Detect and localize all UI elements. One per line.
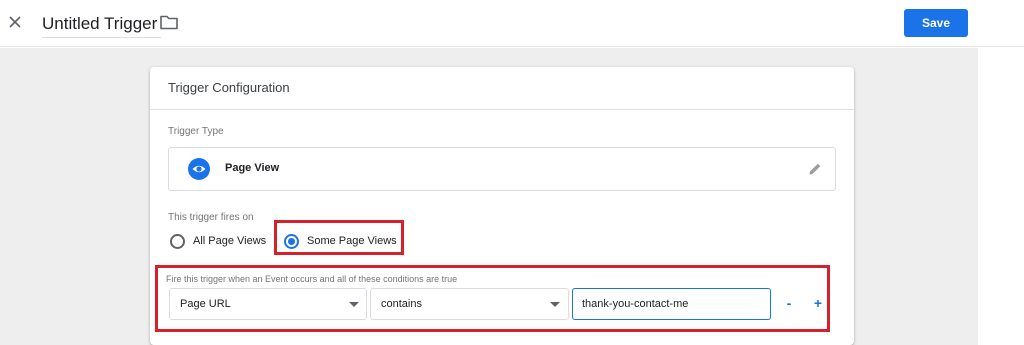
dropdown-arrow-icon	[550, 302, 560, 307]
variable-select-value: Page URL	[180, 298, 231, 310]
close-icon[interactable]	[6, 13, 24, 31]
fires-on-label: This trigger fires on	[168, 212, 254, 223]
trigger-type-selector[interactable]: Page View	[168, 147, 836, 191]
radio-all-page-views[interactable]: All Page Views	[170, 230, 266, 252]
remove-condition-button[interactable]: -	[783, 295, 795, 311]
operator-select-value: contains	[381, 298, 422, 310]
add-condition-button[interactable]: +	[812, 295, 824, 311]
trigger-configuration-card: Trigger Configuration Trigger Type Page …	[150, 67, 854, 345]
variable-select[interactable]: Page URL	[169, 288, 367, 320]
right-gutter	[978, 48, 1024, 345]
condition-value-input[interactable]	[572, 288, 771, 320]
operator-select[interactable]: contains	[370, 288, 569, 320]
card-header: Trigger Configuration	[150, 67, 854, 110]
radio-button-unchecked[interactable]	[170, 233, 185, 249]
radio-label-all-page-views: All Page Views	[193, 235, 267, 247]
trigger-title[interactable]: Untitled Trigger	[42, 12, 162, 38]
top-bar: Untitled Trigger Save	[0, 0, 1024, 47]
save-button[interactable]: Save	[904, 9, 968, 37]
trigger-type-name: Page View	[225, 162, 280, 174]
dropdown-arrow-icon	[349, 302, 359, 307]
conditions-label: Fire this trigger when an Event occurs a…	[166, 274, 458, 284]
pencil-icon[interactable]	[807, 161, 823, 177]
highlight-box-some-page-views	[274, 220, 404, 255]
trigger-type-label: Trigger Type	[168, 126, 224, 137]
card-title: Trigger Configuration	[168, 80, 290, 95]
eye-icon	[188, 158, 210, 180]
folder-icon[interactable]	[159, 13, 179, 31]
